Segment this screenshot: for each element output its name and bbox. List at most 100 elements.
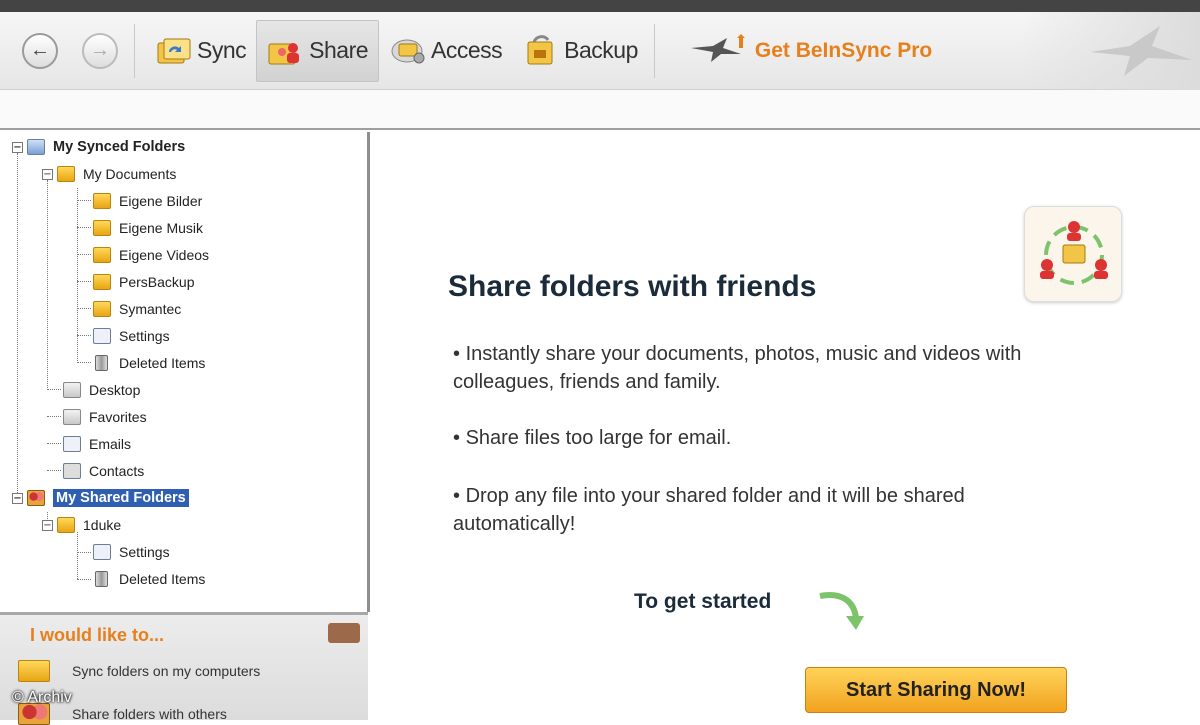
tree-line bbox=[47, 443, 61, 444]
tree-node-eigene-bilder[interactable]: Eigene Bilder bbox=[93, 190, 202, 212]
toolbar: ← → Sync Share Access Backup Get BeInSyn… bbox=[0, 12, 1200, 90]
collapse-toggle-icon[interactable]: − bbox=[12, 492, 23, 504]
feature-bullet: • Drop any file into your shared folder … bbox=[453, 485, 965, 535]
forward-button[interactable]: → bbox=[82, 32, 118, 69]
tree-label: Settings bbox=[119, 328, 170, 344]
feature-bullet-text: Drop any file into your shared folder an… bbox=[453, 485, 965, 535]
tree-node-shared-deleted-items[interactable]: Deleted Items bbox=[93, 568, 205, 590]
tree-line bbox=[77, 532, 78, 579]
tree-node-desktop[interactable]: Desktop bbox=[63, 379, 140, 401]
back-arrow-icon: ← bbox=[30, 39, 50, 61]
tree-line bbox=[47, 389, 61, 390]
tree-label: Eigene Bilder bbox=[119, 193, 203, 209]
folder-icon bbox=[57, 166, 75, 182]
share-button[interactable]: Share bbox=[256, 19, 380, 82]
tree-node-symantec[interactable]: Symantec bbox=[93, 298, 181, 320]
tree-node-1duke[interactable]: − 1duke bbox=[42, 514, 121, 536]
menu-bar bbox=[0, 0, 1200, 12]
tree-line bbox=[77, 552, 91, 553]
address-bar bbox=[0, 90, 1200, 130]
folder-tree: − My Synced Folders − My Documents Eigen… bbox=[0, 132, 370, 612]
toolbar-separator-2 bbox=[653, 23, 655, 78]
tree-label: Deleted Items bbox=[119, 571, 206, 587]
tree-line bbox=[77, 308, 91, 309]
copyright-watermark: © Archiv bbox=[12, 689, 72, 706]
access-icon bbox=[391, 39, 425, 63]
tree-node-eigene-musik[interactable]: Eigene Musik bbox=[93, 217, 203, 239]
tree-node-settings[interactable]: Settings bbox=[93, 325, 170, 347]
people-sharing-icon bbox=[1040, 221, 1108, 285]
access-button[interactable]: Access bbox=[379, 20, 512, 82]
tree-label: Emails bbox=[89, 436, 132, 452]
tree-node-shared-settings[interactable]: Settings bbox=[93, 541, 170, 563]
tree-line bbox=[17, 153, 18, 499]
main-heading: Share folders with friends bbox=[448, 270, 817, 303]
flying-man-icon bbox=[690, 33, 745, 62]
tree-node-emails[interactable]: Emails bbox=[63, 433, 131, 455]
contacts-icon bbox=[63, 463, 81, 479]
tree-label: Contacts bbox=[89, 463, 145, 479]
feature-bullet: • Instantly share your documents, photos… bbox=[453, 343, 1022, 393]
start-sharing-button[interactable]: Start Sharing Now! bbox=[805, 667, 1067, 713]
sync-button[interactable]: Sync bbox=[145, 20, 256, 82]
share-illustration bbox=[1024, 206, 1122, 302]
share-icon bbox=[268, 42, 300, 64]
tree-node-deleted-items[interactable]: Deleted Items bbox=[93, 352, 205, 374]
tree-node-persbackup[interactable]: PersBackup bbox=[93, 271, 194, 293]
tree-line bbox=[47, 416, 61, 417]
toolbar-separator bbox=[134, 23, 135, 78]
trash-icon bbox=[95, 355, 108, 371]
tree-label: Symantec bbox=[119, 301, 182, 317]
tree-label: Desktop bbox=[89, 382, 141, 398]
tree-node-eigene-videos[interactable]: Eigene Videos bbox=[93, 244, 209, 266]
tree-line bbox=[77, 281, 91, 282]
tree-line bbox=[47, 470, 61, 471]
tree-node-my-shared-folders[interactable]: − My Shared Folders bbox=[12, 487, 189, 509]
sync-label: Sync bbox=[197, 37, 247, 63]
folder-icon bbox=[93, 247, 111, 263]
tree-line bbox=[77, 335, 91, 336]
tree-node-contacts[interactable]: Contacts bbox=[63, 460, 144, 482]
folder-icon bbox=[93, 220, 111, 236]
shared-folder-icon bbox=[57, 517, 75, 533]
collapse-toggle-icon[interactable]: − bbox=[42, 519, 53, 531]
sync-folders-icon bbox=[18, 660, 50, 682]
sync-folders-action[interactable]: Sync folders on my computers bbox=[18, 660, 260, 682]
tree-label: PersBackup bbox=[119, 274, 195, 290]
tree-line bbox=[77, 362, 91, 363]
brand-logo bbox=[1020, 12, 1200, 90]
tree-line bbox=[77, 579, 91, 580]
tree-label: Eigene Musik bbox=[119, 220, 204, 236]
email-icon bbox=[63, 436, 81, 452]
tree-label: My Documents bbox=[83, 166, 177, 182]
tree-line bbox=[77, 188, 78, 363]
tree-node-favorites[interactable]: Favorites bbox=[63, 406, 147, 428]
tree-line bbox=[77, 200, 91, 201]
tree-line bbox=[77, 254, 91, 255]
tree-label: Favorites bbox=[89, 409, 147, 425]
tree-label: Settings bbox=[119, 544, 170, 560]
quick-actions-title: I would like to... bbox=[30, 625, 165, 645]
collapse-toggle-icon[interactable]: − bbox=[42, 168, 53, 180]
minimize-panel-button[interactable] bbox=[328, 623, 360, 643]
backup-button[interactable]: Backup bbox=[512, 20, 648, 82]
back-button[interactable]: ← bbox=[22, 32, 58, 69]
tree-node-my-synced-folders[interactable]: − My Synced Folders bbox=[12, 136, 185, 158]
feature-bullet-text: Instantly share your documents, photos, … bbox=[453, 343, 1022, 393]
folder-icon bbox=[63, 382, 81, 398]
tree-label-selected: My Shared Folders bbox=[53, 489, 189, 507]
flying-man-logo-icon bbox=[1090, 26, 1192, 76]
settings-icon bbox=[93, 328, 111, 344]
share-label: Share bbox=[309, 37, 369, 63]
collapse-toggle-icon[interactable]: − bbox=[12, 141, 23, 153]
backup-icon bbox=[527, 34, 553, 64]
get-pro-button[interactable]: Get BeInSync Pro bbox=[687, 33, 933, 68]
get-pro-label: Get BeInSync Pro bbox=[754, 38, 933, 62]
folder-icon bbox=[93, 274, 111, 290]
tree-node-my-documents[interactable]: − My Documents bbox=[42, 163, 176, 185]
tree-line bbox=[47, 180, 48, 390]
feature-bullet: • Share files too large for email. bbox=[453, 427, 732, 449]
tree-label: Deleted Items bbox=[119, 355, 206, 371]
main-panel: Share folders with friends • Instantly s… bbox=[373, 132, 1200, 720]
tree-label: My Synced Folders bbox=[53, 139, 186, 155]
